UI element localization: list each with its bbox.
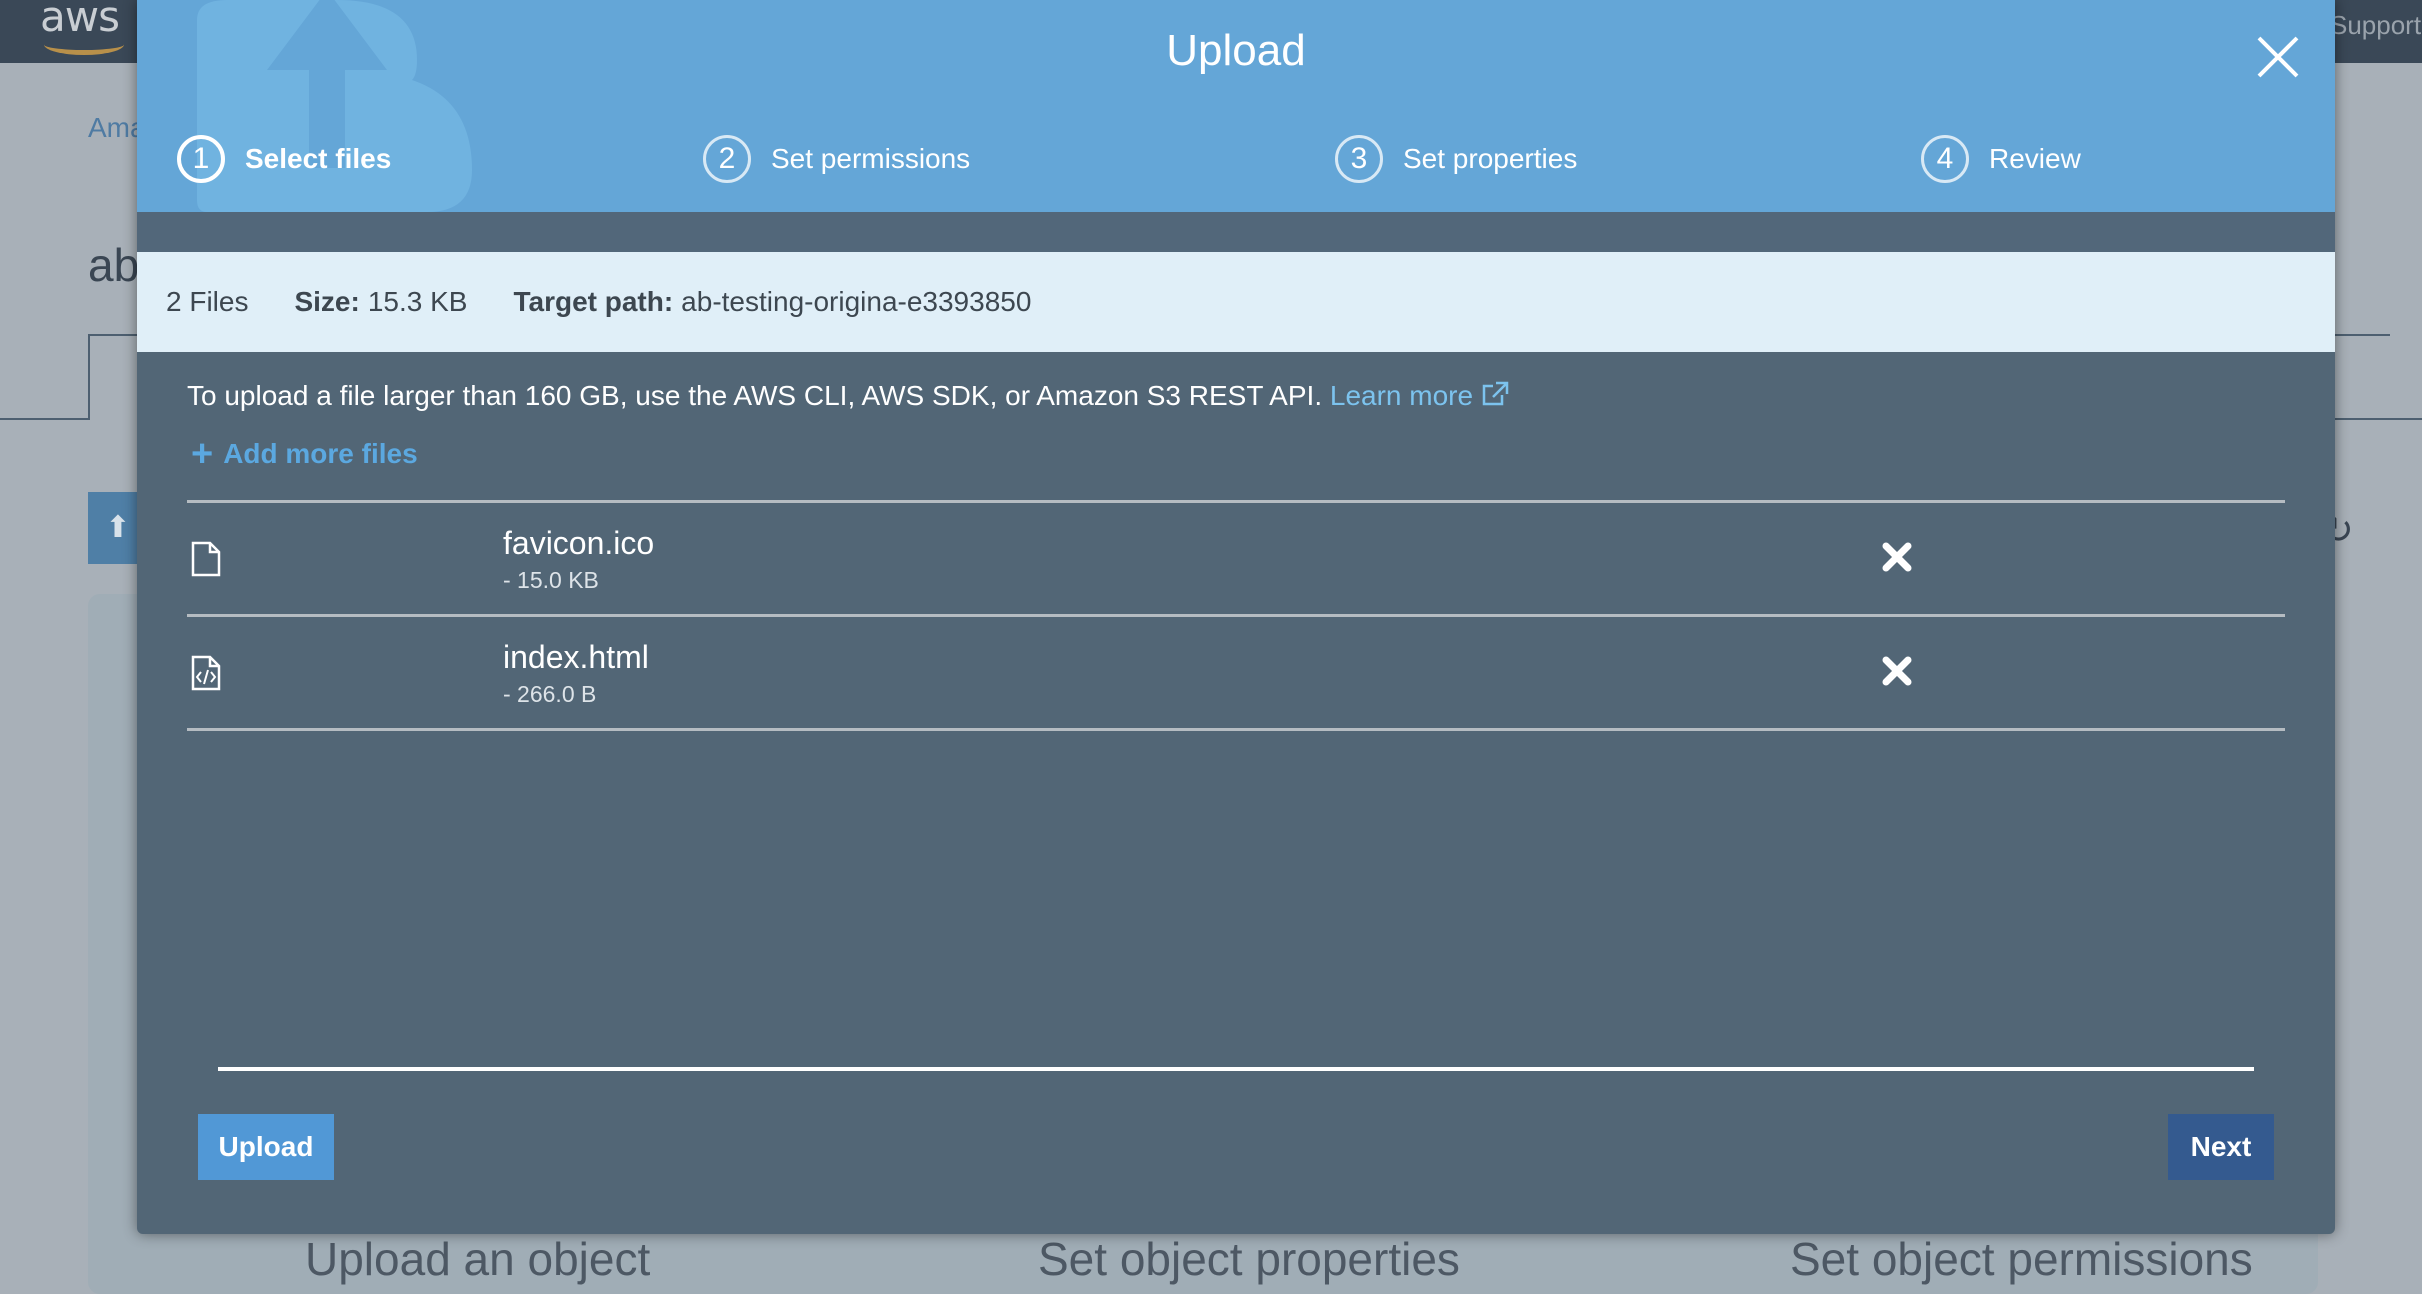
file-name: favicon.ico bbox=[503, 525, 655, 561]
step-label: Set permissions bbox=[771, 143, 971, 174]
upload-icon: ⬆ bbox=[105, 511, 131, 544]
add-more-files-label: Add more files bbox=[223, 438, 418, 469]
target-path-label: Target path: bbox=[513, 286, 674, 317]
file-row: index.html - 266.0 B bbox=[187, 617, 2285, 731]
footer-divider bbox=[218, 1067, 2254, 1071]
target-path-value: ab-testing-origina-e3393850 bbox=[681, 286, 1032, 317]
step-label: Select files bbox=[245, 143, 392, 174]
learn-more-link[interactable]: Learn more bbox=[1330, 380, 1509, 411]
step-set-properties[interactable]: 3 Set properties bbox=[1335, 130, 1577, 188]
modal-header: Upload 1 Select files 2 Set permissions … bbox=[137, 0, 2335, 212]
step-number: 1 bbox=[177, 135, 225, 183]
upload-button[interactable]: Upload bbox=[198, 1114, 334, 1180]
modal-title: Upload bbox=[1166, 26, 1306, 75]
size-value: 15.3 KB bbox=[367, 286, 468, 317]
add-more-files-button[interactable]: + Add more files bbox=[191, 433, 418, 475]
plus-icon: + bbox=[191, 433, 214, 475]
step-label: Set properties bbox=[1403, 143, 1578, 174]
close-icon[interactable] bbox=[2253, 32, 2303, 82]
aws-logo-smile-icon bbox=[44, 34, 124, 55]
file-size: - 266.0 B bbox=[503, 681, 597, 707]
support-menu[interactable]: Support bbox=[2330, 10, 2421, 41]
upload-summary-bar: 2 Files Size: 15.3 KB Target path: ab-te… bbox=[137, 252, 2335, 352]
tab-baseline bbox=[0, 418, 90, 420]
tab-baseline bbox=[2335, 418, 2422, 420]
step-number: 3 bbox=[1335, 135, 1383, 183]
step-set-permissions[interactable]: 2 Set permissions bbox=[703, 130, 970, 188]
file-icon bbox=[191, 541, 221, 577]
large-file-notice: To upload a file larger than 160 GB, use… bbox=[187, 380, 1509, 412]
size-label: Size: bbox=[294, 286, 360, 317]
background-heading: Set object properties bbox=[1038, 1233, 1460, 1285]
step-label: Review bbox=[1989, 143, 2081, 174]
remove-file-icon[interactable] bbox=[1881, 541, 1913, 573]
remove-file-icon[interactable] bbox=[1881, 655, 1913, 687]
background-heading: Set object permissions bbox=[1790, 1233, 2253, 1285]
next-button[interactable]: Next bbox=[2168, 1114, 2274, 1180]
files-count: 2 Files bbox=[166, 286, 249, 317]
file-size: - 15.0 KB bbox=[503, 567, 599, 593]
file-list: favicon.ico - 15.0 KB index.html - 266.0… bbox=[187, 500, 2285, 731]
notice-text: To upload a file larger than 160 GB, use… bbox=[187, 380, 1323, 411]
code-file-icon bbox=[191, 655, 221, 691]
background-heading: Upload an object bbox=[305, 1233, 651, 1285]
file-name: index.html bbox=[503, 639, 649, 675]
upload-modal: Upload 1 Select files 2 Set permissions … bbox=[137, 0, 2335, 1234]
step-number: 4 bbox=[1921, 135, 1969, 183]
external-link-icon bbox=[1482, 381, 1509, 406]
step-number: 2 bbox=[703, 135, 751, 183]
header-divider-strip bbox=[137, 212, 2335, 252]
step-review[interactable]: 4 Review bbox=[1921, 130, 2081, 188]
file-row: favicon.ico - 15.0 KB bbox=[187, 503, 2285, 617]
learn-more-label: Learn more bbox=[1329, 380, 1474, 411]
step-select-files[interactable]: 1 Select files bbox=[177, 130, 391, 188]
